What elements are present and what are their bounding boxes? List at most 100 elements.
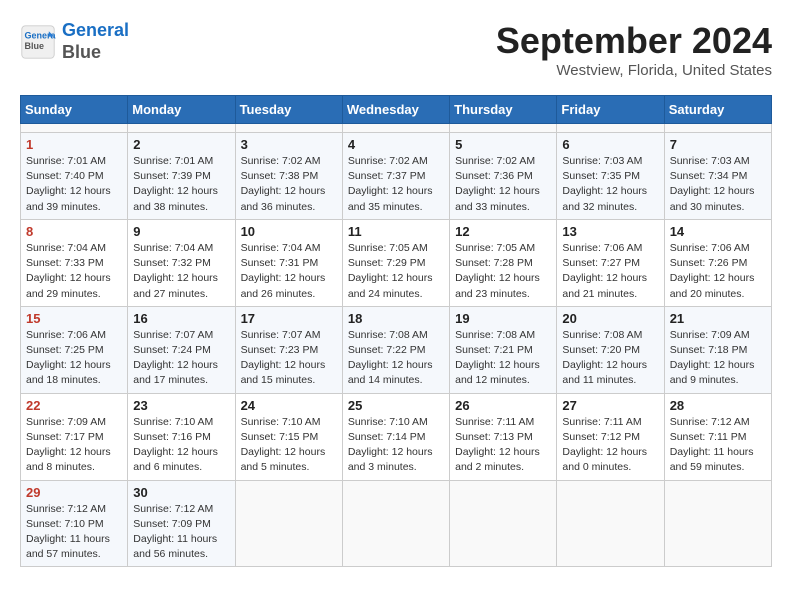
- calendar-cell: [557, 124, 664, 133]
- title-block: September 2024 Westview, Florida, United…: [496, 20, 772, 79]
- calendar-cell: [235, 124, 342, 133]
- day-info: Sunrise: 7:12 AM Sunset: 7:11 PM Dayligh…: [670, 415, 766, 476]
- weekday-header-monday: Monday: [128, 96, 235, 124]
- day-info: Sunrise: 7:06 AM Sunset: 7:27 PM Dayligh…: [562, 241, 658, 302]
- day-number: 21: [670, 311, 766, 326]
- day-info: Sunrise: 7:05 AM Sunset: 7:28 PM Dayligh…: [455, 241, 551, 302]
- day-info: Sunrise: 7:08 AM Sunset: 7:22 PM Dayligh…: [348, 328, 444, 389]
- day-info: Sunrise: 7:01 AM Sunset: 7:40 PM Dayligh…: [26, 154, 122, 215]
- calendar-cell: 13 Sunrise: 7:06 AM Sunset: 7:27 PM Dayli…: [557, 219, 664, 306]
- day-number: 12: [455, 224, 551, 239]
- day-number: 25: [348, 398, 444, 413]
- weekday-header-wednesday: Wednesday: [342, 96, 449, 124]
- calendar-cell: 3 Sunrise: 7:02 AM Sunset: 7:38 PM Daylig…: [235, 133, 342, 220]
- day-info: Sunrise: 7:09 AM Sunset: 7:17 PM Dayligh…: [26, 415, 122, 476]
- calendar-cell: 29Sunrise: 7:12 AM Sunset: 7:10 PM Dayli…: [21, 480, 128, 567]
- day-number: 16: [133, 311, 229, 326]
- day-number: 27: [562, 398, 658, 413]
- location-title: Westview, Florida, United States: [496, 62, 772, 79]
- day-number: 15: [26, 311, 122, 326]
- day-number: 13: [562, 224, 658, 239]
- day-info: Sunrise: 7:02 AM Sunset: 7:36 PM Dayligh…: [455, 154, 551, 215]
- day-number: 11: [348, 224, 444, 239]
- day-info: Sunrise: 7:01 AM Sunset: 7:39 PM Dayligh…: [133, 154, 229, 215]
- day-info: Sunrise: 7:10 AM Sunset: 7:14 PM Dayligh…: [348, 415, 444, 476]
- calendar-cell: 4 Sunrise: 7:02 AM Sunset: 7:37 PM Daylig…: [342, 133, 449, 220]
- day-number: 24: [241, 398, 337, 413]
- day-number: 26: [455, 398, 551, 413]
- calendar-cell: 14 Sunrise: 7:06 AM Sunset: 7:26 PM Dayli…: [664, 219, 771, 306]
- day-number: 17: [241, 311, 337, 326]
- calendar-week-row: 1 Sunrise: 7:01 AM Sunset: 7:40 PM Daylig…: [21, 133, 772, 220]
- day-number: 28: [670, 398, 766, 413]
- calendar-cell: 16Sunrise: 7:07 AM Sunset: 7:24 PM Dayli…: [128, 306, 235, 393]
- calendar-week-row: 15 Sunrise: 7:06 AM Sunset: 7:25 PM Dayli…: [21, 306, 772, 393]
- day-info: Sunrise: 7:11 AM Sunset: 7:12 PM Dayligh…: [562, 415, 658, 476]
- day-number: 3: [241, 137, 337, 152]
- calendar-cell: 18 Sunrise: 7:08 AM Sunset: 7:22 PM Dayli…: [342, 306, 449, 393]
- calendar-week-row: 8Sunrise: 7:04 AM Sunset: 7:33 PM Daylig…: [21, 219, 772, 306]
- day-number: 6: [562, 137, 658, 152]
- calendar-header-row: SundayMondayTuesdayWednesdayThursdayFrid…: [21, 96, 772, 124]
- weekday-header-friday: Friday: [557, 96, 664, 124]
- calendar-cell: [450, 124, 557, 133]
- calendar-cell: 6 Sunrise: 7:03 AM Sunset: 7:35 PM Daylig…: [557, 133, 664, 220]
- day-info: Sunrise: 7:02 AM Sunset: 7:37 PM Dayligh…: [348, 154, 444, 215]
- month-title: September 2024: [496, 20, 772, 62]
- weekday-header-saturday: Saturday: [664, 96, 771, 124]
- day-info: Sunrise: 7:03 AM Sunset: 7:35 PM Dayligh…: [562, 154, 658, 215]
- day-info: Sunrise: 7:10 AM Sunset: 7:15 PM Dayligh…: [241, 415, 337, 476]
- calendar-cell: 20Sunrise: 7:08 AM Sunset: 7:20 PM Dayli…: [557, 306, 664, 393]
- calendar-cell: [21, 124, 128, 133]
- day-number: 22: [26, 398, 122, 413]
- calendar-cell: 8Sunrise: 7:04 AM Sunset: 7:33 PM Daylig…: [21, 219, 128, 306]
- calendar-week-row: 29Sunrise: 7:12 AM Sunset: 7:10 PM Dayli…: [21, 480, 772, 567]
- calendar-cell: 22 Sunrise: 7:09 AM Sunset: 7:17 PM Dayli…: [21, 393, 128, 480]
- day-number: 1: [26, 137, 122, 152]
- day-number: 5: [455, 137, 551, 152]
- page-header: General Blue General Blue September 2024…: [20, 20, 772, 79]
- day-info: Sunrise: 7:08 AM Sunset: 7:21 PM Dayligh…: [455, 328, 551, 389]
- calendar-cell: 15 Sunrise: 7:06 AM Sunset: 7:25 PM Dayli…: [21, 306, 128, 393]
- calendar-cell: 1 Sunrise: 7:01 AM Sunset: 7:40 PM Daylig…: [21, 133, 128, 220]
- day-info: Sunrise: 7:08 AM Sunset: 7:20 PM Dayligh…: [562, 328, 658, 389]
- day-info: Sunrise: 7:11 AM Sunset: 7:13 PM Dayligh…: [455, 415, 551, 476]
- calendar-cell: [342, 124, 449, 133]
- calendar-cell: [235, 480, 342, 567]
- calendar-cell: 28 Sunrise: 7:12 AM Sunset: 7:11 PM Dayli…: [664, 393, 771, 480]
- calendar-table: SundayMondayTuesdayWednesdayThursdayFrid…: [20, 95, 772, 567]
- day-info: Sunrise: 7:02 AM Sunset: 7:38 PM Dayligh…: [241, 154, 337, 215]
- calendar-cell: 19Sunrise: 7:08 AM Sunset: 7:21 PM Dayli…: [450, 306, 557, 393]
- calendar-cell: [128, 124, 235, 133]
- day-number: 4: [348, 137, 444, 152]
- calendar-cell: [664, 480, 771, 567]
- calendar-week-row: 22 Sunrise: 7:09 AM Sunset: 7:17 PM Dayli…: [21, 393, 772, 480]
- day-info: Sunrise: 7:12 AM Sunset: 7:09 PM Dayligh…: [133, 502, 229, 563]
- calendar-cell: 24 Sunrise: 7:10 AM Sunset: 7:15 PM Dayli…: [235, 393, 342, 480]
- calendar-cell: [342, 480, 449, 567]
- calendar-cell: [450, 480, 557, 567]
- day-info: Sunrise: 7:06 AM Sunset: 7:25 PM Dayligh…: [26, 328, 122, 389]
- calendar-cell: [664, 124, 771, 133]
- logo-general: General: [62, 20, 129, 40]
- calendar-cell: 23Sunrise: 7:10 AM Sunset: 7:16 PM Dayli…: [128, 393, 235, 480]
- day-number: 7: [670, 137, 766, 152]
- day-number: 18: [348, 311, 444, 326]
- logo: General Blue General Blue: [20, 20, 129, 63]
- day-number: 9: [133, 224, 229, 239]
- day-info: Sunrise: 7:03 AM Sunset: 7:34 PM Dayligh…: [670, 154, 766, 215]
- logo-text: General Blue: [62, 20, 129, 63]
- day-info: Sunrise: 7:06 AM Sunset: 7:26 PM Dayligh…: [670, 241, 766, 302]
- day-number: 14: [670, 224, 766, 239]
- day-info: Sunrise: 7:10 AM Sunset: 7:16 PM Dayligh…: [133, 415, 229, 476]
- calendar-cell: 26 Sunrise: 7:11 AM Sunset: 7:13 PM Dayli…: [450, 393, 557, 480]
- calendar-cell: 2 Sunrise: 7:01 AM Sunset: 7:39 PM Daylig…: [128, 133, 235, 220]
- calendar-cell: 10Sunrise: 7:04 AM Sunset: 7:31 PM Dayli…: [235, 219, 342, 306]
- weekday-header-tuesday: Tuesday: [235, 96, 342, 124]
- logo-icon: General Blue: [20, 24, 56, 60]
- calendar-cell: 7 Sunrise: 7:03 AM Sunset: 7:34 PM Daylig…: [664, 133, 771, 220]
- day-number: 8: [26, 224, 122, 239]
- day-number: 2: [133, 137, 229, 152]
- calendar-cell: 30Sunrise: 7:12 AM Sunset: 7:09 PM Dayli…: [128, 480, 235, 567]
- calendar-cell: 11Sunrise: 7:05 AM Sunset: 7:29 PM Dayli…: [342, 219, 449, 306]
